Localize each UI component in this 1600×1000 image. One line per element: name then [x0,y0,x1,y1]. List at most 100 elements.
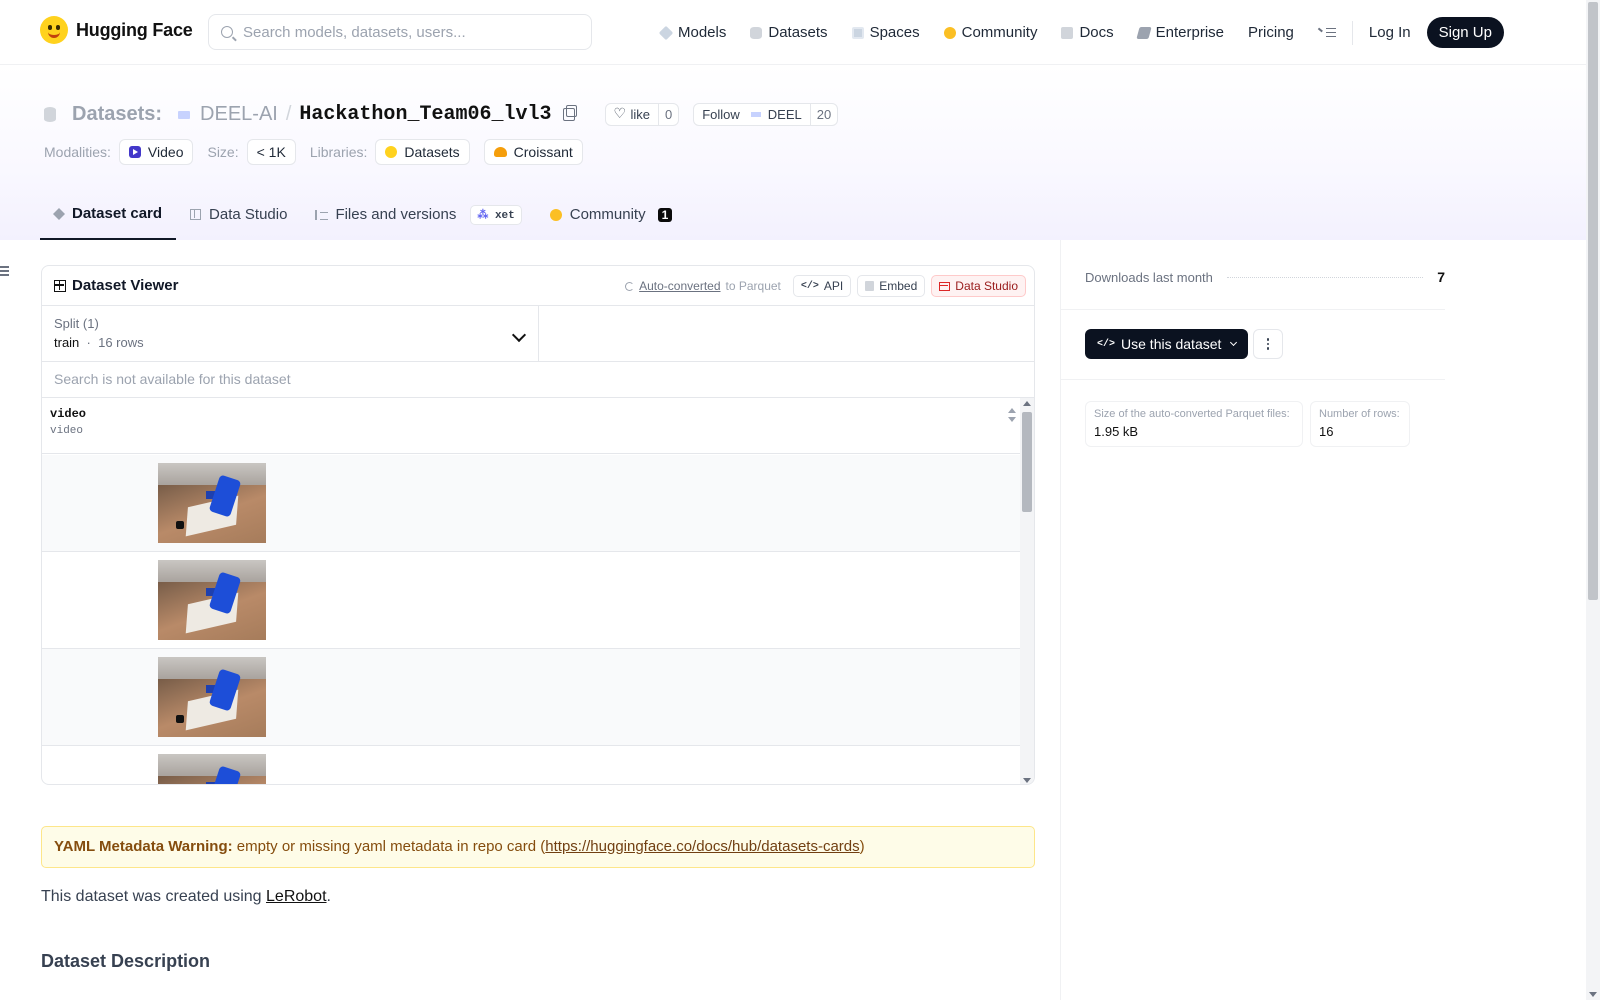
follow-button[interactable]: Follow DEEL 20 [693,103,839,126]
sidebar-toggle-icon[interactable] [0,266,9,276]
embed-button[interactable]: Embed [857,275,926,297]
column-header-video[interactable]: video video [42,398,1022,454]
tag-video-label: Video [147,144,184,160]
split-selector[interactable]: Split (1) train · 16 rows [42,306,539,362]
table-row[interactable] [42,552,1022,649]
grid-icon [54,279,66,292]
nav-models-label: Models [678,24,727,41]
tab-community-label: Community [569,206,646,223]
xet-badge: ⁂ xet [470,204,522,225]
follow-count: 20 [809,104,837,125]
scroll-down-icon[interactable] [1023,778,1031,783]
nav-docs[interactable]: Docs [1061,24,1114,41]
data-studio-label: Data Studio [955,279,1018,293]
video-icon [128,146,141,158]
more-options-button[interactable] [1253,329,1283,359]
viewer-rows [42,455,1022,784]
video-thumbnail[interactable] [158,463,266,543]
tag-croissant[interactable]: Croissant [483,139,583,165]
tab-data-studio[interactable]: Data Studio [176,189,301,240]
like-button[interactable]: like 0 [605,103,680,126]
table-row[interactable] [42,649,1022,746]
nav-pricing[interactable]: Pricing [1248,24,1294,41]
tag-datasets-lib[interactable]: Datasets [375,139,470,165]
more-menu-icon[interactable] [1317,27,1336,38]
data-studio-button[interactable]: Data Studio [931,275,1026,297]
auto-converted-link[interactable]: Auto-converted [639,279,720,293]
auto-converted-note[interactable]: Auto-converted to Parquet [625,279,781,293]
split-value: train · 16 rows [54,335,144,350]
signup-button[interactable]: Sign Up [1426,17,1504,48]
page-scrollbar[interactable] [1586,0,1600,1000]
warning-title: YAML Metadata Warning: [54,838,233,855]
repo-header: Datasets: DEEL-AI / Hackathon_Team06_lvl… [0,65,1586,240]
hugging-face-icon [385,146,398,158]
modalities-label: Modalities: [44,144,111,160]
table-row[interactable] [42,455,1022,552]
split-rows: 16 rows [98,335,144,350]
video-thumbnail[interactable] [158,560,266,640]
scroll-up-icon[interactable] [1023,401,1031,406]
video-thumbnail[interactable] [158,754,266,784]
heart-icon [613,105,626,122]
breadcrumb-separator: / [285,103,292,125]
follow-label: Follow [702,107,740,122]
nav-spaces[interactable]: Spaces [851,24,920,41]
tab-dataset-card[interactable]: Dataset card [40,189,177,240]
tag-size[interactable]: < 1K [246,139,296,165]
parquet-size-stat: Size of the auto-converted Parquet files… [1085,401,1303,447]
column-type: video [50,425,84,437]
table-icon [190,209,202,220]
split-name: train [54,335,80,350]
spaces-icon [851,26,864,39]
dataset-description-heading: Dataset Description [41,951,211,971]
api-button[interactable]: </> API [792,275,852,297]
login-link[interactable]: Log In [1369,24,1411,41]
dataset-viewer: Dataset Viewer Auto-converted to Parquet … [41,265,1035,785]
nav-models[interactable]: Models [658,24,727,41]
org-avatar-icon [178,110,191,119]
tag-croissant-label: Croissant [513,144,573,160]
like-label: like [630,107,650,122]
like-count: 0 [657,104,678,125]
nav-community[interactable]: Community [943,24,1037,41]
video-thumbnail[interactable] [158,657,266,737]
tab-community[interactable]: Community 1 [536,189,687,240]
nav-enterprise[interactable]: Enterprise [1136,24,1224,41]
tags-row: Modalities: Video Size: < 1K Libraries: … [44,139,597,165]
repo-name[interactable]: Hackathon_Team06_lvl3 [299,103,551,126]
to-parquet-label: to Parquet [725,279,781,293]
warning-link[interactable]: https://huggingface.co/docs/hub/datasets… [545,838,859,855]
sidebar-divider [1061,309,1445,310]
code-icon: </> [800,280,819,292]
use-this-dataset-button[interactable]: </> Use this dataset [1085,329,1249,359]
page-scrollbar-thumb[interactable] [1588,2,1598,600]
scroll-down-icon[interactable] [1589,992,1597,997]
tag-datasets-label: Datasets [404,144,460,160]
follow-org: DEEL [767,107,802,122]
community-count-badge: 1 [657,207,673,222]
viewer-search-unavailable: Search is not available for this dataset [42,362,1034,398]
brand-logo[interactable]: Hugging Face [40,16,193,44]
breadcrumb-org[interactable]: DEEL-AI [200,103,278,126]
viewer-scrollbar[interactable] [1020,398,1034,784]
cube-icon [52,207,66,220]
use-this-dataset-label: Use this dataset [1121,336,1222,352]
nav-datasets[interactable]: Datasets [750,24,828,41]
column-divider [1060,240,1061,1000]
tag-video[interactable]: Video [118,139,194,165]
nav-docs-label: Docs [1079,24,1114,41]
lerobot-link[interactable]: LeRobot [266,888,327,905]
rows-value: 16 [1319,424,1334,439]
sort-icon[interactable] [1008,408,1016,422]
rows-label: Number of rows: [1319,408,1400,420]
table-row[interactable] [42,746,1022,784]
dataset-icon [44,107,56,122]
scrollbar-thumb[interactable] [1022,412,1032,512]
nav-divider [1351,20,1353,45]
search-input[interactable] [243,23,573,41]
copy-icon[interactable] [563,105,578,121]
breadcrumb-datasets[interactable]: Datasets: [72,103,162,126]
tab-files[interactable]: Files and versions ⁂ xet [301,189,535,240]
search-box[interactable] [208,14,592,50]
